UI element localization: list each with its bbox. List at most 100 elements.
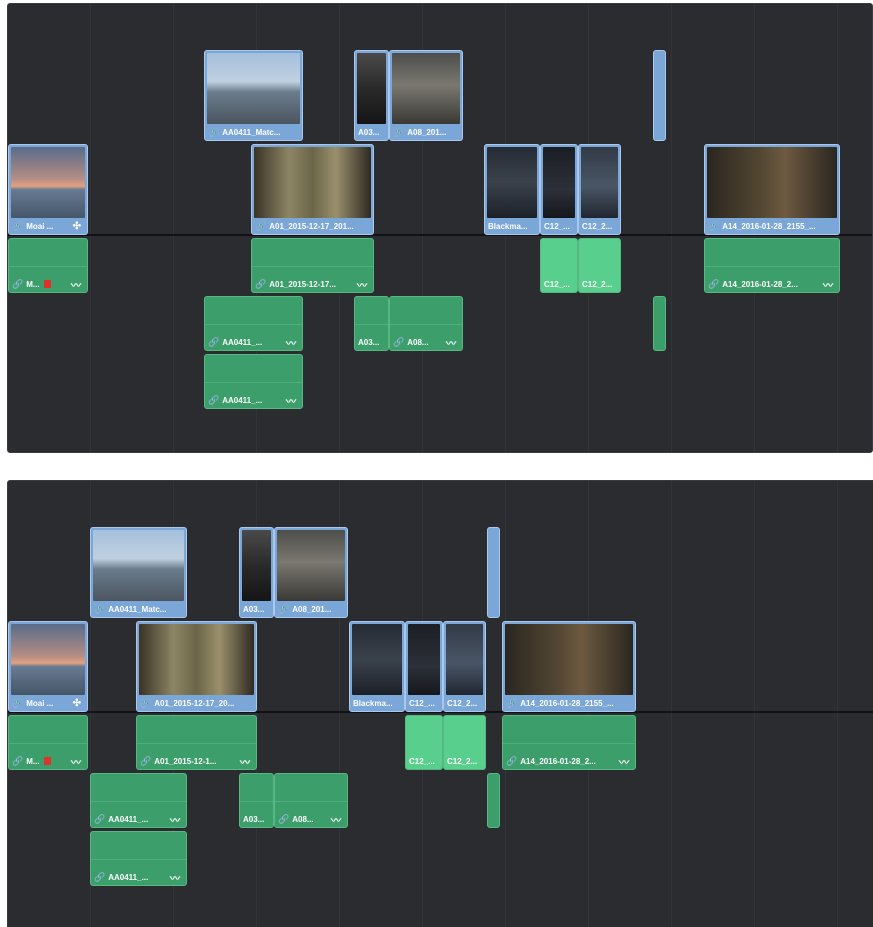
audio-clip-aa0411-2[interactable]: 🔗 AA0411_... 〰 — [204, 354, 303, 409]
multicam-icon: ✣ — [72, 697, 81, 709]
link-icon: 🔗 — [140, 697, 152, 708]
clip-name: AA0411_Matc... — [108, 604, 167, 614]
audio-clip-sliver[interactable] — [653, 296, 666, 351]
waveform — [275, 800, 347, 802]
video-clip-aa0411[interactable]: 🔗 AA0411_Matc... — [90, 527, 187, 618]
clip-name: C12_2... — [447, 698, 478, 708]
clip-thumbnail — [581, 147, 618, 218]
audio-clip-moai[interactable]: 🔗 M... 〰 — [8, 238, 88, 293]
clip-thumbnail — [487, 147, 537, 218]
clip-name: AA0411_... — [222, 337, 263, 347]
clip-thumbnail — [277, 530, 345, 601]
video-clip-c12b[interactable]: C12_2... — [443, 621, 486, 712]
video-clip-blackma[interactable]: Blackma... — [349, 621, 405, 712]
video-clip-sliver[interactable] — [487, 527, 500, 618]
waveform — [252, 265, 373, 267]
video-clip-a08[interactable]: 🔗 A08_201... — [274, 527, 348, 618]
clip-thumbnail — [543, 147, 575, 218]
flag-marker[interactable] — [43, 280, 51, 288]
waveform — [91, 800, 186, 802]
video-clip-moai[interactable]: 🔗 Moai ... ✣ — [8, 621, 88, 712]
clip-name: A01_2015-12-1... — [154, 756, 217, 766]
clip-name: A08... — [292, 814, 314, 824]
audio-clip-a01[interactable]: 🔗 A01_2015-12-17... 〰 — [251, 238, 374, 293]
clip-name: A01_2015-12-17_201... — [269, 221, 354, 231]
video-clip-aa0411[interactable]: 🔗 AA0411_Matc... — [204, 50, 303, 141]
clip-name: A03... — [358, 337, 380, 347]
video-clip-c12b[interactable]: C12_2... — [578, 144, 621, 235]
clip-thumbnail — [707, 147, 837, 218]
audio-clip-c12b[interactable]: C12_2... — [578, 238, 621, 293]
clip-thumbnail — [357, 53, 386, 124]
clip-name: M... — [26, 279, 40, 289]
link-icon: 🔗 — [208, 394, 220, 405]
link-icon: 🔗 — [140, 755, 152, 766]
clip-name: AA0411_... — [222, 395, 263, 405]
link-icon: 🔗 — [12, 220, 24, 231]
audio-clip-aa0411-2[interactable]: 🔗 AA0411_... 〰 — [90, 831, 187, 886]
link-icon: 🔗 — [278, 603, 290, 614]
curve-icon: 〰 — [446, 338, 456, 350]
clip-thumbnail — [352, 624, 402, 695]
audio-clip-c12a[interactable]: C12_... — [540, 238, 578, 293]
curve-icon: 〰 — [823, 280, 833, 292]
waveform — [137, 742, 256, 744]
clip-name: Blackma... — [488, 221, 528, 231]
curve-icon: 〰 — [240, 757, 250, 769]
timeline-after: 🔗 AA0411_Matc... A03... 🔗 A08_201... 🔗 Moai… — [7, 480, 873, 927]
clip-thumbnail — [408, 624, 440, 695]
clip-name: C12_... — [544, 221, 570, 231]
clip-thumbnail — [254, 147, 371, 218]
video-clip-a03[interactable]: A03... — [239, 527, 274, 618]
clip-name: AA0411_Matc... — [222, 127, 281, 137]
link-icon: 🔗 — [393, 336, 405, 347]
video-clip-c12a[interactable]: C12_... — [405, 621, 443, 712]
audio-clip-a03[interactable]: A03... — [239, 773, 274, 828]
clip-name: C12_2... — [582, 221, 613, 231]
audio-clip-a01[interactable]: 🔗 A01_2015-12-1... 〰 — [136, 715, 257, 770]
audio-clip-a14[interactable]: 🔗 A14_2016-01-28_2... 〰 — [502, 715, 636, 770]
clip-thumbnail — [505, 624, 633, 695]
video-clip-a01[interactable]: 🔗 A01_2015-12-17_20... — [136, 621, 257, 712]
video-clip-a14[interactable]: 🔗 A14_2016-01-28_2155_... — [704, 144, 840, 235]
video-clip-blackma[interactable]: Blackma... — [484, 144, 540, 235]
video-clip-sliver[interactable] — [653, 50, 666, 141]
audio-clip-a08[interactable]: 🔗 A08... 〰 — [389, 296, 463, 351]
curve-icon: 〰 — [619, 757, 629, 769]
flag-marker[interactable] — [43, 757, 51, 765]
audio-clip-a14[interactable]: 🔗 A14_2016-01-28_2... 〰 — [704, 238, 840, 293]
video-clip-a03[interactable]: A03... — [354, 50, 389, 141]
video-clip-a08[interactable]: 🔗 A08_201... — [389, 50, 463, 141]
link-icon: 🔗 — [255, 278, 267, 289]
curve-icon: 〰 — [331, 815, 341, 827]
video-clip-moai[interactable]: 🔗 Moai ... ✣ — [8, 144, 88, 235]
waveform — [91, 858, 186, 860]
waveform — [705, 265, 839, 267]
clip-name: A08_201... — [407, 127, 447, 137]
audio-clip-aa0411-1[interactable]: 🔗 AA0411_... 〰 — [90, 773, 187, 828]
curve-icon: 〰 — [71, 757, 81, 769]
curve-icon: 〰 — [357, 280, 367, 292]
audio-clip-a03[interactable]: A03... — [354, 296, 389, 351]
clip-thumbnail — [11, 147, 85, 218]
audio-clip-sliver[interactable] — [487, 773, 500, 828]
video-clip-c12a[interactable]: C12_... — [540, 144, 578, 235]
video-clip-a01[interactable]: 🔗 A01_2015-12-17_201... — [251, 144, 374, 235]
link-icon: 🔗 — [94, 603, 106, 614]
clip-thumbnail — [392, 53, 460, 124]
clip-name: A03... — [358, 127, 380, 137]
clip-thumbnail — [139, 624, 254, 695]
waveform — [390, 323, 462, 325]
clip-name: A14_2016-01-28_2155_... — [722, 221, 816, 231]
audio-clip-c12a[interactable]: C12_... — [405, 715, 443, 770]
link-icon: 🔗 — [208, 336, 220, 347]
waveform — [9, 742, 87, 744]
link-icon: 🔗 — [506, 755, 518, 766]
audio-clip-aa0411-1[interactable]: 🔗 AA0411_... 〰 — [204, 296, 303, 351]
audio-clip-a08[interactable]: 🔗 A08... 〰 — [274, 773, 348, 828]
clip-name: Moai ... — [26, 698, 54, 708]
audio-clip-c12b[interactable]: C12_2... — [443, 715, 486, 770]
video-clip-a14[interactable]: 🔗 A14_2016-01-28_2155_... — [502, 621, 636, 712]
link-icon: 🔗 — [393, 126, 405, 137]
audio-clip-moai[interactable]: 🔗 M... 〰 — [8, 715, 88, 770]
